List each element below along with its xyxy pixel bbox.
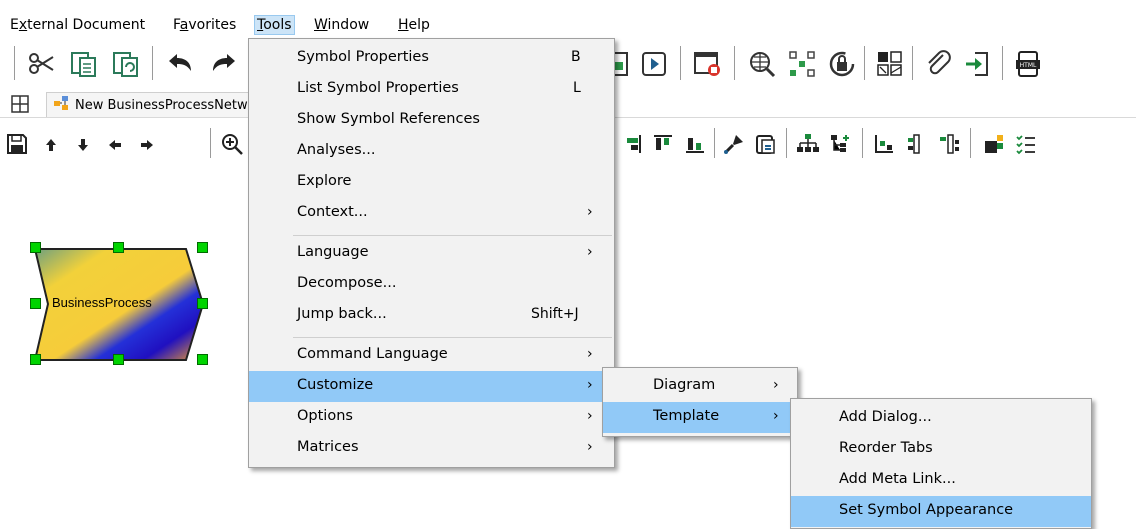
arrow-down-icon[interactable] — [72, 132, 94, 158]
arrow-left-icon[interactable] — [104, 132, 126, 158]
menu-item-language[interactable]: Language › — [249, 238, 614, 269]
chevron-right-icon: › — [587, 377, 593, 393]
document-tab-label: New BusinessProcessNetw — [75, 97, 248, 113]
business-process-label: BusinessProcess — [52, 295, 152, 310]
tools-menu: Symbol Properties B List Symbol Properti… — [248, 38, 615, 468]
resize-handle-w[interactable] — [30, 298, 41, 309]
checklist-icon[interactable] — [1012, 130, 1040, 158]
globe-search-icon[interactable] — [746, 48, 778, 80]
svg-text:HTML: HTML — [1020, 62, 1037, 69]
split-layout-icon[interactable] — [934, 130, 962, 158]
menu-item-diagram[interactable]: Diagram › — [603, 371, 797, 402]
copy-icon[interactable] — [68, 48, 100, 80]
menu-item-command-language[interactable]: Command Language › — [249, 340, 614, 371]
menu-separator — [293, 235, 612, 236]
layout-icon[interactable] — [786, 48, 818, 80]
resize-handle-n[interactable] — [113, 242, 124, 253]
resize-handle-sw[interactable] — [30, 354, 41, 365]
menu-favorites[interactable]: Favorites — [171, 16, 238, 34]
resize-handle-nw[interactable] — [30, 242, 41, 253]
play-icon[interactable] — [638, 48, 670, 80]
menu-item-context[interactable]: Context... › — [249, 198, 614, 229]
chevron-right-icon: › — [587, 408, 593, 424]
chevron-right-icon: › — [773, 377, 779, 393]
menu-item-symbol-properties[interactable]: Symbol Properties B — [249, 43, 614, 74]
paste-icon[interactable] — [110, 48, 142, 80]
refresh-lock-icon[interactable] — [826, 48, 858, 80]
align-bottom-icon[interactable] — [682, 130, 708, 158]
redo-icon[interactable] — [206, 48, 242, 80]
arrow-up-icon[interactable] — [40, 132, 62, 158]
grid-toggle-icon[interactable] — [10, 94, 30, 114]
document-tab[interactable]: New BusinessProcessNetw — [46, 92, 255, 117]
tree-add-icon[interactable] — [826, 130, 854, 158]
template-submenu: Add Dialog... Reorder Tabs Add Meta Link… — [790, 398, 1092, 529]
window-stop-icon[interactable] — [692, 48, 724, 80]
menu-item-decompose[interactable]: Decompose... — [249, 269, 614, 300]
menu-item-show-symbol-references[interactable]: Show Symbol References — [249, 105, 614, 136]
attachment-icon[interactable] — [922, 48, 954, 80]
menu-item-matrices[interactable]: Matrices › — [249, 433, 614, 464]
menu-item-options[interactable]: Options › — [249, 402, 614, 433]
menu-window[interactable]: Window — [312, 16, 371, 34]
menu-help[interactable]: Help — [396, 16, 432, 34]
menu-item-add-meta-link[interactable]: Add Meta Link... — [791, 465, 1091, 496]
chevron-right-icon: › — [587, 204, 593, 220]
hierarchy-icon[interactable] — [870, 130, 898, 158]
chevron-right-icon: › — [587, 244, 593, 260]
save-icon[interactable] — [4, 130, 30, 158]
cut-icon[interactable] — [26, 48, 58, 80]
format-painter-icon[interactable] — [720, 130, 748, 158]
menu-tools[interactable]: Tools — [254, 15, 295, 35]
menu-bar: External Document Favorites Tools Window… — [0, 0, 1136, 38]
grid-pattern-icon[interactable] — [874, 48, 906, 80]
menu-item-add-dialog[interactable]: Add Dialog... — [791, 403, 1091, 434]
vertical-list-icon[interactable] — [902, 130, 930, 158]
menu-item-jump-back[interactable]: Jump back... Shift+J — [249, 300, 614, 331]
import-icon[interactable] — [962, 48, 994, 80]
menu-item-analyses[interactable]: Analyses... — [249, 136, 614, 167]
menu-item-reorder-tabs[interactable]: Reorder Tabs — [791, 434, 1091, 465]
arrow-right-icon[interactable] — [136, 132, 158, 158]
resize-handle-ne[interactable] — [197, 242, 208, 253]
menu-item-list-symbol-properties[interactable]: List Symbol Properties L — [249, 74, 614, 105]
html-export-icon[interactable]: HTML — [1012, 48, 1044, 80]
menu-item-explore[interactable]: Explore — [249, 167, 614, 198]
chevron-right-icon: › — [587, 439, 593, 455]
menu-item-template[interactable]: Template › — [603, 402, 797, 433]
resize-handle-e[interactable] — [197, 298, 208, 309]
align-right-icon[interactable] — [620, 130, 644, 158]
color-blocks-icon[interactable] — [980, 130, 1008, 158]
menu-separator — [293, 337, 612, 338]
clipboard-format-icon[interactable] — [752, 130, 780, 158]
chevron-right-icon: › — [587, 346, 593, 362]
undo-icon[interactable] — [164, 48, 196, 80]
tree-layout-icon[interactable] — [794, 130, 822, 158]
menu-item-set-symbol-appearance[interactable]: Set Symbol Appearance — [791, 496, 1091, 527]
menu-item-customize[interactable]: Customize › — [249, 371, 614, 402]
align-top-icon[interactable] — [650, 130, 676, 158]
resize-handle-s[interactable] — [113, 354, 124, 365]
chevron-right-icon: › — [773, 408, 779, 424]
customize-submenu: Diagram › Template › — [602, 367, 798, 437]
process-network-icon — [53, 95, 69, 115]
zoom-in-icon[interactable] — [218, 130, 246, 158]
resize-handle-se[interactable] — [197, 354, 208, 365]
business-process-shape[interactable]: BusinessProcess — [32, 246, 208, 364]
menu-external-document[interactable]: External Document — [8, 16, 147, 34]
